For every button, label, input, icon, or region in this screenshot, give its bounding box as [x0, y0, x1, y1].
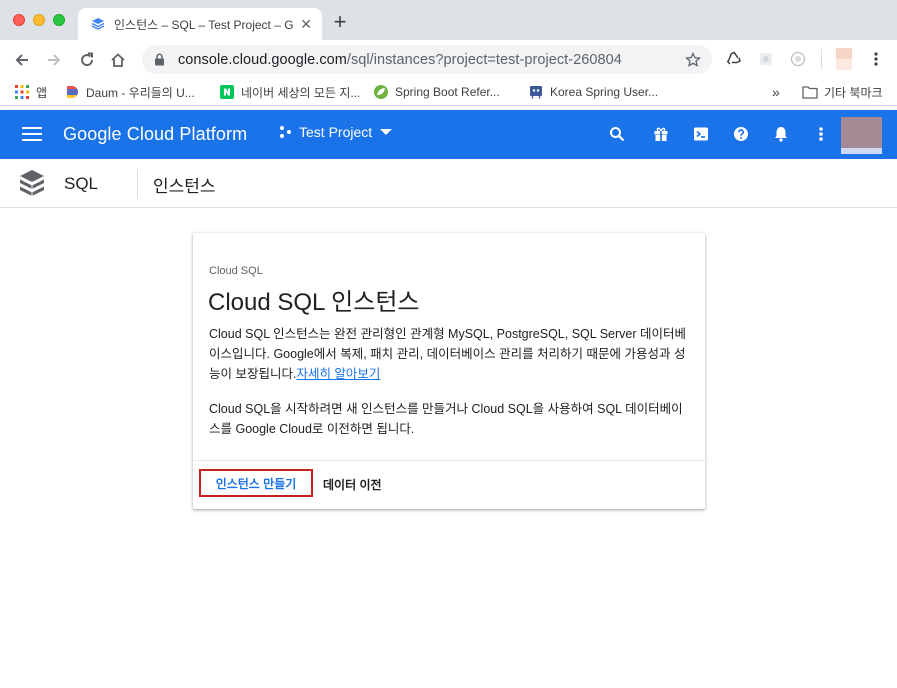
bookmark-label: Daum - 우리들의 U... [86, 85, 195, 100]
folder-icon [802, 84, 818, 100]
url-host: console.cloud.google.com [178, 51, 347, 68]
project-selector[interactable]: Test Project [278, 124, 393, 140]
bookmark-label: 앱 [36, 85, 48, 100]
card-divider [193, 460, 705, 461]
migrate-data-button[interactable]: 데이터 이전 [319, 471, 386, 497]
bookmark-spring-boot[interactable]: Spring Boot Refer... [373, 83, 500, 101]
bookmark-star-icon[interactable] [684, 51, 702, 69]
forward-icon[interactable] [42, 48, 66, 72]
daum-favicon-icon [64, 84, 80, 100]
bookmarks-bar: 앱 Daum - 우리들의 U... 네이버 세상의 모든 지... Sprin… [0, 78, 897, 106]
cloud-shell-icon[interactable] [691, 124, 711, 144]
url-path: /sql/instances?project=test-project-2608… [346, 51, 622, 68]
other-bookmarks[interactable]: 기타 북마크 [802, 83, 883, 101]
notifications-bell-icon[interactable] [771, 124, 791, 144]
bookmark-label: Korea Spring User... [550, 85, 659, 99]
bookmark-label: Spring Boot Refer... [395, 85, 500, 99]
bookmark-label: 네이버 세상의 모든 지... [241, 85, 361, 100]
bookmark-ksug[interactable]: Korea Spring User... [528, 83, 658, 101]
card-title: Cloud SQL 인스턴스 [208, 289, 420, 316]
chevron-down-icon [380, 129, 393, 135]
chrome-menu-icon[interactable] [866, 49, 886, 69]
spring-favicon-icon [373, 84, 389, 100]
create-instance-button[interactable]: 인스턴스 만들기 [199, 469, 313, 497]
sql-product-icon [19, 169, 45, 197]
maximize-window-button[interactable] [53, 14, 65, 26]
learn-more-link[interactable]: 자세히 알아보기 [296, 367, 380, 381]
bookmark-apps[interactable]: 앱 [14, 83, 47, 101]
reload-icon[interactable] [75, 48, 99, 72]
account-avatar[interactable] [841, 117, 882, 154]
card-getting-started: Cloud SQL을 시작하려면 새 인스턴스를 만들거나 Cloud SQL을… [209, 402, 683, 436]
recycle-extension-icon[interactable] [724, 49, 744, 69]
back-icon[interactable] [10, 48, 34, 72]
tab-title: 인스턴스 – SQL – Test Project – G [114, 17, 294, 32]
more-options-icon[interactable] [811, 124, 831, 144]
help-icon[interactable] [731, 124, 751, 144]
gcp-header: Google Cloud Platform Test Project [0, 110, 897, 159]
minimize-window-button[interactable] [33, 14, 45, 26]
bookmarks-overflow-button[interactable]: » [772, 83, 780, 101]
cloud-sql-intro-card: Cloud SQL Cloud SQL 인스턴스 Cloud SQL 인스턴스는… [193, 233, 705, 509]
subheader-divider [137, 169, 138, 199]
naver-favicon-icon [219, 84, 235, 100]
browser-titlebar: 인스턴스 – SQL – Test Project – G ✕ + [0, 0, 897, 40]
camera-extension-icon[interactable] [788, 49, 808, 69]
bookmark-label: 기타 북마크 [824, 85, 883, 100]
product-subheader: SQL 인스턴스 [0, 159, 897, 208]
hamburger-menu-icon[interactable] [22, 126, 42, 142]
toolbar-divider [821, 49, 822, 69]
ksug-favicon-icon [528, 84, 544, 100]
page-title: 인스턴스 [153, 177, 216, 196]
card-description: Cloud SQL 인스턴스는 완전 관리형인 관계형 MySQL, Postg… [209, 324, 691, 384]
url-text: console.cloud.google.com/sql/instances?p… [178, 52, 684, 68]
bookmark-daum[interactable]: Daum - 우리들의 U... [64, 83, 195, 101]
card-description-text: Cloud SQL 인스턴스는 완전 관리형인 관계형 MySQL, Postg… [209, 327, 687, 381]
search-icon[interactable] [607, 124, 627, 144]
browser-tab[interactable]: 인스턴스 – SQL – Test Project – G ✕ [78, 8, 322, 40]
address-bar[interactable]: console.cloud.google.com/sql/instances?p… [142, 45, 712, 74]
product-name[interactable]: SQL [64, 174, 98, 194]
sql-favicon-icon [90, 16, 106, 32]
close-window-button[interactable] [13, 14, 25, 26]
browser-toolbar: console.cloud.google.com/sql/instances?p… [0, 40, 897, 78]
profile-icon[interactable] [834, 48, 854, 70]
project-name: Test Project [299, 124, 373, 140]
lock-icon[interactable] [154, 53, 168, 67]
new-tab-button[interactable]: + [330, 11, 350, 33]
tab-close-icon[interactable]: ✕ [300, 16, 312, 33]
extension-icon[interactable] [756, 49, 776, 69]
home-icon[interactable] [106, 48, 130, 72]
bookmark-naver[interactable]: 네이버 세상의 모든 지... [219, 83, 360, 101]
apps-grid-icon [14, 84, 30, 100]
card-kicker: Cloud SQL [209, 265, 263, 277]
gcp-logo[interactable]: Google Cloud Platform [63, 124, 247, 145]
gift-icon[interactable] [651, 124, 671, 144]
project-dots-icon [280, 126, 291, 138]
